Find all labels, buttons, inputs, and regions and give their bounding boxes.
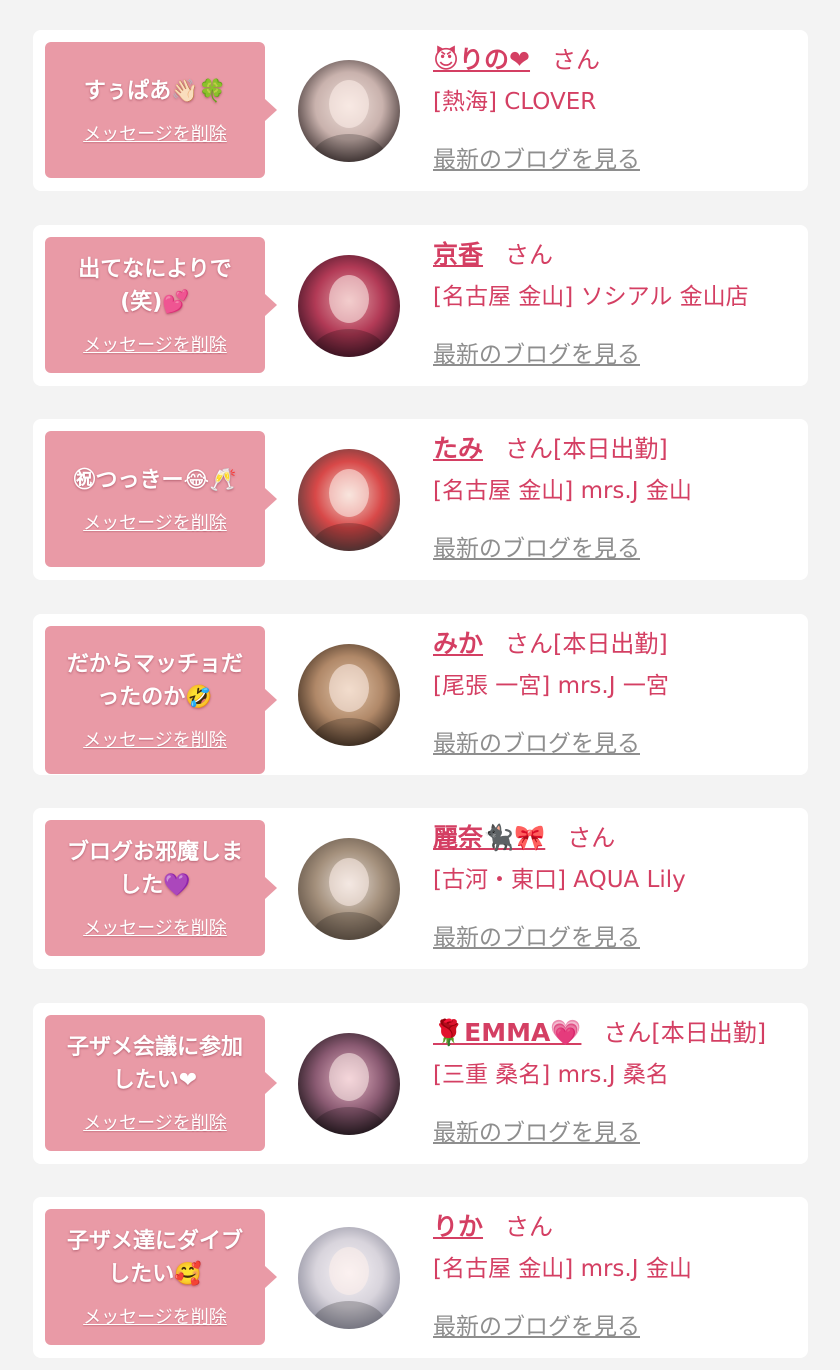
name-row: 🌹EMMA💗 さん[本日出勤] xyxy=(433,1015,798,1051)
avatar-photo xyxy=(298,449,400,551)
message-text: 子ザメ達にダイブ したい🥰 xyxy=(66,1229,243,1287)
message-card: 出てなによりで (笑)💕 メッセージを削除 京香 さん [名古屋 金山] ソシア… xyxy=(33,225,808,386)
latest-blog-link[interactable]: 最新のブログを見る xyxy=(433,918,640,952)
avatar[interactable] xyxy=(298,644,400,746)
delete-message-link[interactable]: メッセージを削除 xyxy=(83,1303,227,1329)
name-row: 😈りの❤ さん xyxy=(433,42,798,78)
message-bubble: 子ザメ会議に参加 したい❤ メッセージを削除 xyxy=(45,1015,277,1151)
latest-blog-link[interactable]: 最新のブログを見る xyxy=(433,1113,640,1147)
girl-info: 🌹EMMA💗 さん[本日出勤] [三重 桑名] mrs.J 桑名 最新のブログを見… xyxy=(433,1015,798,1147)
shop-label: [三重 桑名] mrs.J 桑名 xyxy=(433,1062,669,1088)
message-card: 子ザメ会議に参加 したい❤ メッセージを削除 🌹EMMA💗 さん[本日出勤] [… xyxy=(33,1003,808,1164)
message-list: すぅぱあ👋🏻🍀 メッセージを削除 😈りの❤ さん [熱海] CLOVER 最新の… xyxy=(0,0,840,1370)
delete-message-link[interactable]: メッセージを削除 xyxy=(83,509,227,535)
shop-label: [熱海] CLOVER xyxy=(433,89,597,115)
girl-info: たみ さん[本日出勤] [名古屋 金山] mrs.J 金山 最新のブログを見る xyxy=(433,431,798,563)
message-text: 子ザメ会議に参加 したい❤ xyxy=(66,1035,243,1093)
message-text: 出てなによりで (笑)💕 xyxy=(78,257,232,315)
name-suffix: さん xyxy=(552,46,601,74)
delete-message-link[interactable]: メッセージを削除 xyxy=(83,331,227,357)
name-row: 麗奈🐈‍⬛🎀 さん xyxy=(433,820,798,856)
name-suffix: さん[本日出勤] xyxy=(603,1019,767,1047)
avatar[interactable] xyxy=(298,1227,400,1329)
avatar[interactable] xyxy=(298,449,400,551)
girl-info: りか さん [名古屋 金山] mrs.J 金山 最新のブログを見る xyxy=(433,1209,798,1341)
name-row: 京香 さん xyxy=(433,237,798,273)
message-text: すぅぱあ👋🏻🍀 xyxy=(83,78,227,104)
avatar[interactable] xyxy=(298,255,400,357)
message-card: すぅぱあ👋🏻🍀 メッセージを削除 😈りの❤ さん [熱海] CLOVER 最新の… xyxy=(33,30,808,191)
message-bubble: ブログお邪魔しま した💜 メッセージを削除 xyxy=(45,820,277,956)
avatar-photo xyxy=(298,838,400,940)
message-card: だからマッチョだ ったのか🤣 メッセージを削除 みか さん[本日出勤] [尾張 … xyxy=(33,614,808,775)
delete-message-link[interactable]: メッセージを削除 xyxy=(83,120,227,146)
message-bubble: だからマッチョだ ったのか🤣 メッセージを削除 xyxy=(45,626,277,774)
avatar[interactable] xyxy=(298,1033,400,1135)
latest-blog-link[interactable]: 最新のブログを見る xyxy=(433,529,640,563)
message-card: ブログお邪魔しま した💜 メッセージを削除 麗奈🐈‍⬛🎀 さん xyxy=(33,808,808,969)
message-text: だからマッチョだ ったのか🤣 xyxy=(66,652,243,710)
name-row: たみ さん[本日出勤] xyxy=(433,431,798,467)
latest-blog-link[interactable]: 最新のブログを見る xyxy=(433,724,640,758)
girl-name-link[interactable]: 😈りの❤ xyxy=(433,45,530,74)
message-bubble: 子ザメ達にダイブ したい🥰 メッセージを削除 xyxy=(45,1209,277,1345)
avatar[interactable] xyxy=(298,60,400,162)
name-suffix: さん[本日出勤] xyxy=(505,630,668,658)
message-card: ㊗つっきー😂🥂 メッセージを削除 たみ さん[本日出勤] [名古屋 金山] mr… xyxy=(33,419,808,580)
message-bubble: 出てなによりで (笑)💕 メッセージを削除 xyxy=(45,237,277,373)
latest-blog-link[interactable]: 最新のブログを見る xyxy=(433,140,640,174)
avatar-photo xyxy=(298,1033,400,1135)
girl-info: 😈りの❤ さん [熱海] CLOVER 最新のブログを見る xyxy=(433,42,798,174)
message-bubble: ㊗つっきー😂🥂 メッセージを削除 xyxy=(45,431,277,567)
shop-label: [尾張 一宮] mrs.J 一宮 xyxy=(433,673,669,699)
girl-info: 麗奈🐈‍⬛🎀 さん [古河・東口] AQUA Lily 最新のブログを見る xyxy=(433,820,798,952)
shop-label: [名古屋 金山] mrs.J 金山 xyxy=(433,1256,692,1282)
latest-blog-link[interactable]: 最新のブログを見る xyxy=(433,335,640,369)
avatar-photo xyxy=(298,1227,400,1329)
delete-message-link[interactable]: メッセージを削除 xyxy=(83,1109,227,1135)
name-suffix: さん xyxy=(505,1213,554,1241)
latest-blog-link[interactable]: 最新のブログを見る xyxy=(433,1307,640,1341)
name-suffix: さん[本日出勤] xyxy=(505,435,668,463)
girl-name-link[interactable]: みか xyxy=(433,629,483,658)
message-bubble: すぅぱあ👋🏻🍀 メッセージを削除 xyxy=(45,42,277,178)
name-suffix: さん xyxy=(505,241,554,269)
avatar[interactable] xyxy=(298,838,400,940)
girl-info: 京香 さん [名古屋 金山] ソシアル 金山店 最新のブログを見る xyxy=(433,237,798,369)
girl-name-link[interactable]: 京香 xyxy=(433,240,483,269)
shop-label: [名古屋 金山] ソシアル 金山店 xyxy=(433,284,749,310)
avatar-photo xyxy=(298,60,400,162)
message-text: ブログお邪魔しま した💜 xyxy=(66,840,243,898)
message-card: 子ザメ達にダイブ したい🥰 メッセージを削除 りか さん [名古屋 金山] mr… xyxy=(33,1197,808,1358)
avatar-photo xyxy=(298,644,400,746)
girl-info: みか さん[本日出勤] [尾張 一宮] mrs.J 一宮 最新のブログを見る xyxy=(433,626,798,758)
name-suffix: さん xyxy=(567,824,616,852)
girl-name-link[interactable]: 麗奈🐈‍⬛🎀 xyxy=(433,823,545,852)
girl-name-link[interactable]: りか xyxy=(433,1212,483,1241)
girl-name-link[interactable]: たみ xyxy=(433,434,483,463)
avatar-photo xyxy=(298,255,400,357)
message-text: ㊗つっきー😂🥂 xyxy=(73,467,237,493)
name-row: りか さん xyxy=(433,1209,798,1245)
delete-message-link[interactable]: メッセージを削除 xyxy=(83,914,227,940)
name-row: みか さん[本日出勤] xyxy=(433,626,798,662)
girl-name-link[interactable]: 🌹EMMA💗 xyxy=(433,1018,581,1047)
shop-label: [古河・東口] AQUA Lily xyxy=(433,867,686,893)
delete-message-link[interactable]: メッセージを削除 xyxy=(83,726,227,752)
shop-label: [名古屋 金山] mrs.J 金山 xyxy=(433,478,692,504)
